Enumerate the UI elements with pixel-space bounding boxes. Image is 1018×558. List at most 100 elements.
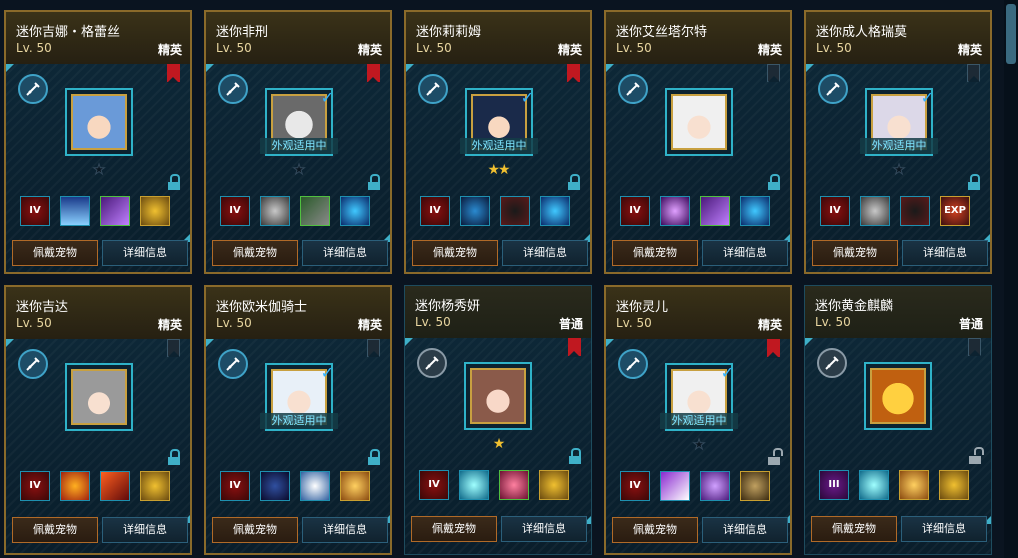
cyan-burst-skill-icon[interactable]: [459, 470, 489, 500]
equip-pet-button[interactable]: 佩戴宠物: [811, 516, 897, 542]
rank-iv-icon[interactable]: IV: [419, 470, 449, 500]
ghost-skill-icon[interactable]: [260, 196, 290, 226]
gold-gear-skill-icon[interactable]: [740, 471, 770, 501]
lock-icon[interactable]: [368, 174, 380, 190]
lock-icon[interactable]: [768, 174, 780, 190]
bookmark-ribbon-icon[interactable]: [767, 339, 780, 358]
equip-pet-button[interactable]: 佩戴宠物: [12, 517, 98, 543]
fire-slash-skill-icon[interactable]: [100, 471, 130, 501]
bookmark-ribbon-icon[interactable]: [367, 64, 380, 83]
pet-rank: 普通: [958, 317, 983, 331]
equip-pet-button[interactable]: 佩戴宠物: [411, 516, 497, 542]
detail-info-button[interactable]: 详细信息: [302, 517, 388, 543]
pet-portrait[interactable]: [65, 88, 133, 156]
bookmark-ribbon-icon[interactable]: [568, 338, 581, 357]
pet-card[interactable]: 迷你黄金麒麟 Lv. 50 普通 III 佩戴宠物 详细信息: [804, 285, 992, 555]
bookmark-ribbon-icon[interactable]: [567, 64, 580, 83]
bookmark-ribbon-icon[interactable]: [367, 339, 380, 357]
equip-pet-button[interactable]: 佩戴宠物: [412, 240, 498, 266]
pink-card-skill-icon[interactable]: [499, 470, 529, 500]
unlock-icon[interactable]: [969, 447, 984, 464]
equip-pet-button[interactable]: 佩戴宠物: [612, 517, 698, 543]
cyan-burst-skill-icon[interactable]: [859, 470, 889, 500]
rank-iii-icon[interactable]: III: [819, 470, 849, 500]
gold-coin-skill-icon[interactable]: [539, 470, 569, 500]
shadow-silhouette-skill-icon[interactable]: [900, 196, 930, 226]
rank-iv-icon[interactable]: IV: [220, 471, 250, 501]
detail-info-button[interactable]: 详细信息: [702, 517, 788, 543]
equip-pet-button[interactable]: 佩戴宠物: [212, 517, 298, 543]
bookmark-ribbon-icon[interactable]: [167, 64, 180, 83]
detail-info-button[interactable]: 详细信息: [102, 240, 188, 266]
lock-icon[interactable]: [968, 174, 980, 190]
gold-fist-skill-icon[interactable]: [899, 470, 929, 500]
equip-pet-button[interactable]: 佩戴宠物: [12, 240, 98, 266]
rank-iv-icon[interactable]: IV: [620, 471, 650, 501]
detail-info-button[interactable]: 详细信息: [302, 240, 388, 266]
detail-info-button[interactable]: 详细信息: [901, 516, 987, 542]
pet-card[interactable]: 迷你非刑 Lv. 50 精英 ✓ 外观适用中 ★ IV 佩戴宠物 详细信息: [204, 10, 392, 274]
gold-coin-skill-icon[interactable]: [939, 470, 969, 500]
gold-fist-skill-icon[interactable]: [340, 471, 370, 501]
detail-info-button[interactable]: 详细信息: [502, 240, 588, 266]
blue-orb-skill-icon[interactable]: [540, 196, 570, 226]
bookmark-ribbon-icon[interactable]: [967, 64, 980, 82]
pet-portrait[interactable]: [665, 88, 733, 156]
ghost-skill-icon[interactable]: [860, 196, 890, 226]
corner-accent: [406, 64, 414, 72]
rank-iv-icon[interactable]: IV: [20, 196, 50, 226]
lock-icon[interactable]: [569, 448, 581, 464]
blue-swirl-skill-icon[interactable]: [460, 196, 490, 226]
corner-accent: [606, 64, 614, 72]
rank-iv-icon[interactable]: IV: [820, 196, 850, 226]
rank-iv-icon[interactable]: IV: [420, 196, 450, 226]
rank-iv-icon[interactable]: IV: [220, 196, 250, 226]
purple-feather-skill-icon[interactable]: [700, 471, 730, 501]
equip-pet-button[interactable]: 佩戴宠物: [812, 240, 898, 266]
fire-crest-skill-icon[interactable]: [60, 471, 90, 501]
pet-card[interactable]: 迷你灵儿 Lv. 50 精英 ✓ 外观适用中 ★ IV 佩戴宠物 详细信息: [604, 285, 792, 555]
detail-info-button[interactable]: 详细信息: [902, 240, 988, 266]
pet-card[interactable]: 迷你莉莉姆 Lv. 50 精英 ✓ 外观适用中 ★★ IV 佩戴宠物 详细信息: [404, 10, 592, 274]
lock-icon[interactable]: [368, 449, 380, 465]
scrollbar[interactable]: [1004, 0, 1018, 558]
pet-card[interactable]: 迷你吉娜・格蕾丝 Lv. 50 精英 ★ IV 佩戴宠物 详细信息: [4, 10, 192, 274]
pet-card[interactable]: 迷你吉达 Lv. 50 精英 IV 佩戴宠物 详细信息: [4, 285, 192, 555]
equip-pet-button[interactable]: 佩戴宠物: [212, 240, 298, 266]
pet-portrait[interactable]: [464, 362, 532, 430]
purple-claw-skill-icon[interactable]: [100, 196, 130, 226]
exp-skill-icon[interactable]: EXP: [940, 196, 970, 226]
unlock-icon[interactable]: [768, 448, 783, 465]
white-spirit-skill-icon[interactable]: [300, 471, 330, 501]
detail-info-button[interactable]: 详细信息: [102, 517, 188, 543]
pet-card[interactable]: 迷你欧米伽骑士 Lv. 50 精英 ✓ 外观适用中 IV 佩戴宠物 详细信息: [204, 285, 392, 555]
scrollbar-thumb[interactable]: [1006, 4, 1016, 64]
purple-claw-skill-icon[interactable]: [700, 196, 730, 226]
pet-card[interactable]: 迷你艾丝塔尔特 Lv. 50 精英 IV 佩戴宠物 详细信息: [604, 10, 792, 274]
pet-portrait[interactable]: [864, 362, 932, 430]
ice-spikes-skill-icon[interactable]: [60, 196, 90, 226]
blue-orb-skill-icon[interactable]: [740, 196, 770, 226]
pet-card[interactable]: 迷你成人格瑞莫 Lv. 50 精英 ✓ 外观适用中 ★ IV EXP 佩戴宠物 详细信息: [804, 10, 992, 274]
rank-iv-icon[interactable]: IV: [20, 471, 50, 501]
detail-info-button[interactable]: 详细信息: [702, 240, 788, 266]
beast-skill-icon[interactable]: [300, 196, 330, 226]
blue-sigil-skill-icon[interactable]: [260, 471, 290, 501]
lock-icon[interactable]: [168, 174, 180, 190]
purple-figure-skill-icon[interactable]: [660, 196, 690, 226]
lock-icon[interactable]: [568, 174, 580, 190]
rank-iv-icon[interactable]: IV: [620, 196, 650, 226]
detail-info-button[interactable]: 详细信息: [501, 516, 587, 542]
bookmark-ribbon-icon[interactable]: [167, 339, 180, 357]
bookmark-ribbon-icon[interactable]: [968, 338, 981, 356]
pet-card[interactable]: 迷你杨秀妍 Lv. 50 普通 ★ IV 佩戴宠物 详细信息: [404, 285, 592, 555]
shadow-silhouette-skill-icon[interactable]: [500, 196, 530, 226]
lock-icon[interactable]: [168, 449, 180, 465]
equip-pet-button[interactable]: 佩戴宠物: [612, 240, 698, 266]
bookmark-ribbon-icon[interactable]: [767, 64, 780, 82]
blue-orb-skill-icon[interactable]: [340, 196, 370, 226]
pet-portrait[interactable]: [65, 363, 133, 431]
gold-coin-skill-icon[interactable]: [140, 471, 170, 501]
gold-coin-skill-icon[interactable]: [140, 196, 170, 226]
purple-blade-skill-icon[interactable]: [660, 471, 690, 501]
